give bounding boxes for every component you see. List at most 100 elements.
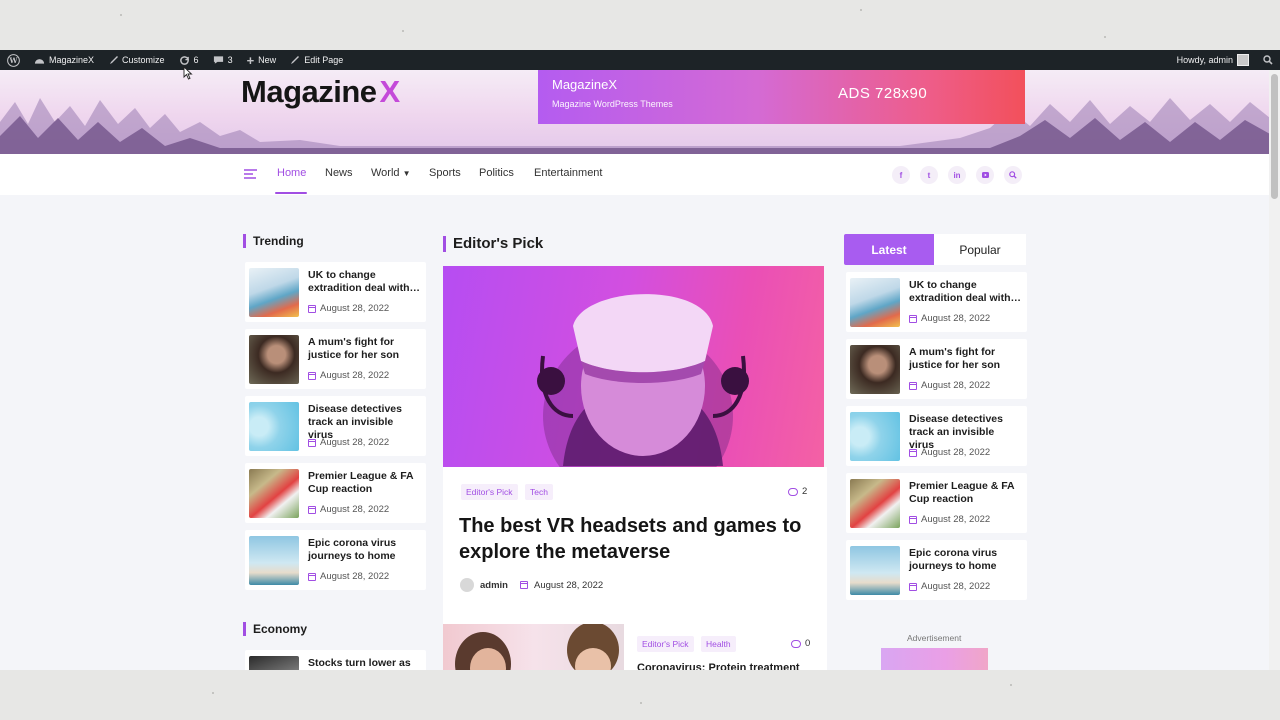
calendar-icon bbox=[308, 371, 316, 380]
user-avatar-icon bbox=[460, 578, 474, 592]
category-tag[interactable]: Editor's Pick bbox=[461, 484, 518, 500]
wordpress-logo-icon[interactable]: W bbox=[0, 50, 27, 70]
linkedin-icon[interactable]: in bbox=[948, 166, 966, 184]
featured-image[interactable] bbox=[443, 266, 824, 467]
comment-count[interactable]: 0 bbox=[791, 638, 810, 649]
article-title[interactable]: Coronavirus: Protein treatment bbox=[637, 662, 800, 670]
nav-home[interactable]: Home bbox=[277, 167, 306, 179]
trending-title: Trending bbox=[243, 234, 304, 248]
comment-count[interactable]: 2 bbox=[788, 486, 807, 497]
svg-text:W: W bbox=[8, 56, 18, 65]
facebook-icon[interactable]: f bbox=[892, 166, 910, 184]
date-text: August 28, 2022 bbox=[921, 380, 991, 391]
list-item[interactable]: Epic corona virus journeys to home Augus… bbox=[245, 530, 426, 590]
nav-politics[interactable]: Politics bbox=[479, 167, 514, 179]
list-item[interactable]: Disease detectives track an invisible vi… bbox=[245, 396, 426, 456]
article-title[interactable]: Premier League & FA Cup reaction bbox=[308, 470, 420, 496]
tab-popular[interactable]: Popular bbox=[934, 234, 1026, 265]
comment-icon bbox=[213, 56, 223, 64]
featured-article-meta: admin August 28, 2022 bbox=[460, 578, 603, 592]
list-item[interactable]: Epic corona virus journeys to home Augus… bbox=[846, 540, 1027, 600]
adminbar-site-name: MagazineX bbox=[49, 55, 95, 65]
calendar-icon bbox=[308, 505, 316, 514]
list-item[interactable]: A mum's fight for justice for her son Au… bbox=[846, 339, 1027, 399]
category-tag[interactable]: Editor's Pick bbox=[637, 636, 694, 652]
article-title[interactable]: Epic corona virus journeys to home bbox=[909, 547, 1021, 573]
adminbar-search[interactable] bbox=[1256, 50, 1280, 70]
scrollbar-thumb[interactable] bbox=[1271, 74, 1278, 199]
adminbar-site-link[interactable]: MagazineX bbox=[27, 50, 101, 70]
list-item[interactable]: A mum's fight for justice for her son Au… bbox=[245, 329, 426, 389]
menu-icon[interactable] bbox=[244, 169, 258, 179]
list-item[interactable]: Disease detectives track an invisible vi… bbox=[846, 406, 1027, 466]
adminbar-comments[interactable]: 3 bbox=[206, 50, 240, 70]
nav-news[interactable]: News bbox=[325, 167, 353, 179]
main-navigation: Home News World ▼ Sports Politics Entert… bbox=[0, 154, 1270, 195]
article-thumbnail bbox=[249, 402, 299, 451]
category-tag[interactable]: Health bbox=[701, 636, 736, 652]
brush-icon bbox=[110, 56, 119, 64]
nav-world[interactable]: World ▼ bbox=[371, 167, 411, 179]
article-date: August 28, 2022 bbox=[909, 313, 990, 324]
article-date: August 28, 2022 bbox=[308, 571, 389, 582]
article-title[interactable]: A mum's fight for justice for her son bbox=[308, 336, 420, 362]
date-text: August 28, 2022 bbox=[921, 514, 991, 525]
logo-text: Magazine bbox=[241, 74, 377, 109]
article-thumbnail bbox=[850, 546, 900, 595]
site-logo[interactable]: MagazineX bbox=[241, 74, 400, 110]
calendar-icon bbox=[909, 314, 917, 323]
date-text: August 28, 2022 bbox=[921, 581, 991, 592]
nav-search-icon[interactable] bbox=[1004, 166, 1022, 184]
featured-article-title[interactable]: The best VR headsets and games to explor… bbox=[459, 513, 819, 565]
date-text: August 28, 2022 bbox=[921, 313, 991, 324]
updates-count: 6 bbox=[193, 55, 199, 65]
list-item[interactable]: UK to change extradition deal with… Augu… bbox=[846, 272, 1027, 332]
header-ad-banner[interactable]: MagazineX Magazine WordPress Themes ADS … bbox=[538, 70, 1025, 124]
sidebar-ad[interactable] bbox=[881, 648, 988, 670]
article-date: August 28, 2022 bbox=[308, 504, 389, 515]
list-item[interactable]: Stocks turn lower as bbox=[245, 650, 426, 670]
article-date: August 28, 2022 bbox=[909, 380, 990, 391]
comment-icon bbox=[791, 639, 801, 648]
article-date: August 28, 2022 bbox=[308, 437, 389, 448]
pencil-icon bbox=[291, 56, 300, 64]
editors-pick-title: Editor's Pick bbox=[443, 236, 543, 252]
article-title[interactable]: Premier League & FA Cup reaction bbox=[909, 480, 1021, 506]
article-title[interactable]: Epic corona virus journeys to home bbox=[308, 537, 420, 563]
adminbar-account[interactable]: Howdy, admin bbox=[1170, 50, 1256, 70]
article-thumbnail bbox=[850, 479, 900, 528]
date-text: August 28, 2022 bbox=[320, 437, 390, 448]
adminbar-edit-page[interactable]: Edit Page bbox=[283, 50, 350, 70]
adminbar-customize-label: Customize bbox=[122, 55, 165, 65]
date-text: August 28, 2022 bbox=[320, 504, 390, 515]
list-item[interactable]: Premier League & FA Cup reaction August … bbox=[846, 473, 1027, 533]
nav-entertainment[interactable]: Entertainment bbox=[534, 167, 602, 179]
adminbar-new-label: New bbox=[258, 55, 277, 65]
article-date: August 28, 2022 bbox=[533, 579, 604, 591]
article-card[interactable]: Editor's Pick Health 0 Coronavirus: Prot… bbox=[443, 624, 827, 670]
site-header: MagazineX MagazineX Magazine WordPress T… bbox=[0, 70, 1270, 154]
list-item[interactable]: Premier League & FA Cup reaction August … bbox=[245, 463, 426, 523]
article-title[interactable]: A mum's fight for justice for her son bbox=[909, 346, 1021, 372]
article-date: August 28, 2022 bbox=[909, 514, 990, 525]
article-thumbnail bbox=[850, 345, 900, 394]
twitter-icon[interactable]: t bbox=[920, 166, 938, 184]
youtube-icon[interactable] bbox=[976, 166, 994, 184]
nav-sports[interactable]: Sports bbox=[429, 167, 461, 179]
calendar-icon bbox=[308, 572, 316, 581]
article-thumbnail bbox=[443, 624, 624, 670]
comment-count-text: 2 bbox=[802, 486, 808, 497]
article-title[interactable]: UK to change extradition deal with… bbox=[909, 279, 1021, 305]
mouse-cursor-icon bbox=[183, 66, 193, 80]
ad-subtitle: Magazine WordPress Themes bbox=[552, 99, 673, 109]
adminbar-customize[interactable]: Customize bbox=[101, 50, 172, 70]
article-title[interactable]: Stocks turn lower as bbox=[308, 657, 420, 670]
adminbar-new[interactable]: + New bbox=[240, 50, 284, 70]
article-thumbnail bbox=[249, 335, 299, 384]
article-title[interactable]: UK to change extradition deal with… bbox=[308, 269, 420, 295]
list-item[interactable]: UK to change extradition deal with… Augu… bbox=[245, 262, 426, 322]
author-name[interactable]: admin bbox=[480, 580, 508, 591]
category-tag[interactable]: Tech bbox=[525, 484, 553, 500]
tab-latest[interactable]: Latest bbox=[844, 234, 934, 265]
active-underline bbox=[275, 192, 307, 194]
